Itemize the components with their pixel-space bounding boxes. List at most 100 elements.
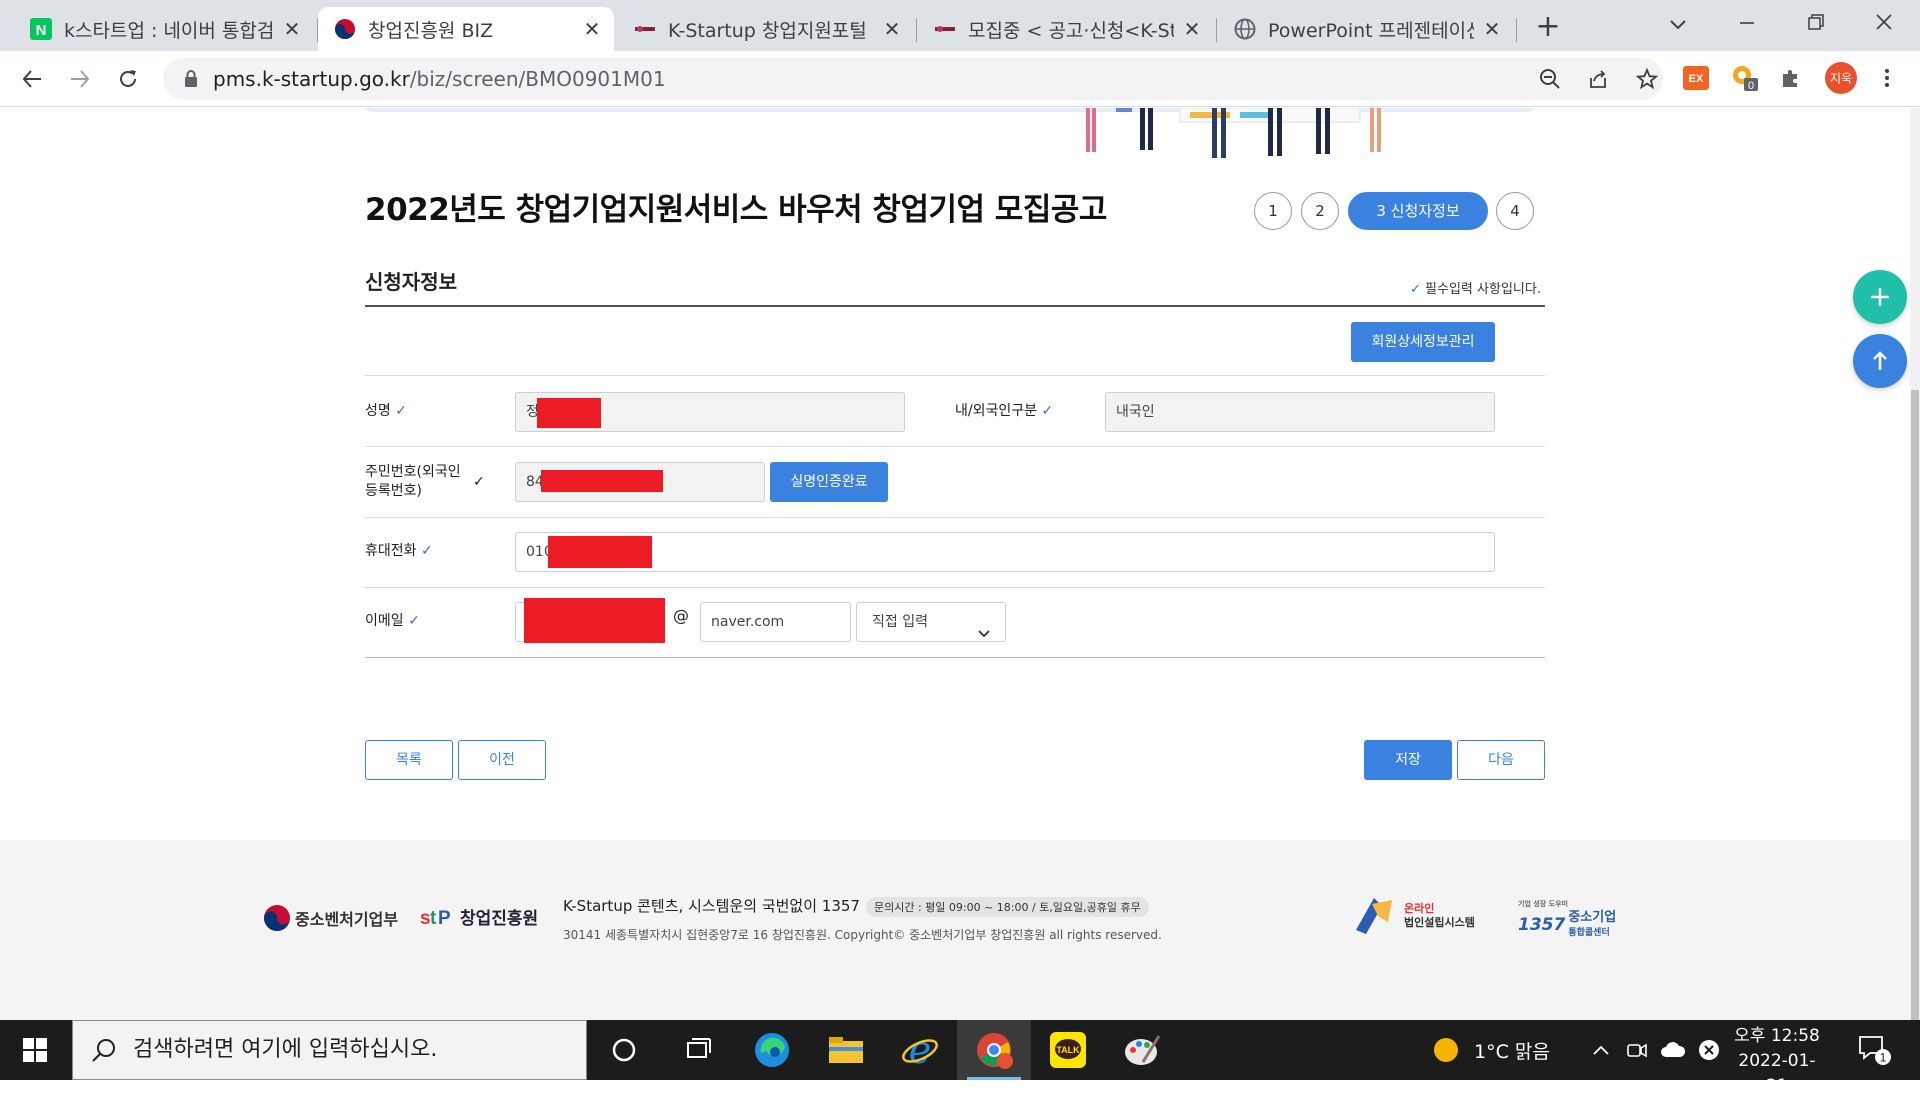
required-note: ✓ 필수입력 사항입니다.: [1410, 278, 1541, 297]
people-illustration: [1086, 108, 1381, 158]
corp-registration-logo[interactable]: 온라인 법인설립시스템: [1352, 894, 1475, 938]
windows-start-button[interactable]: [0, 1020, 70, 1080]
chrome-icon[interactable]: [957, 1020, 1031, 1080]
step-indicator: 1: [1254, 192, 1292, 230]
phone-field[interactable]: 010: [515, 532, 1495, 572]
notification-center-icon[interactable]: 1: [1856, 1032, 1892, 1068]
taskbar-clock[interactable]: 오후 12:58 2022-01-21: [1728, 1024, 1826, 1099]
kstartup-icon: [934, 18, 956, 40]
nationality-field[interactable]: 내국인: [1105, 392, 1495, 432]
url-text[interactable]: pms.k-startup.go.kr/biz/screen/BMO0901M0…: [213, 58, 666, 100]
tab-title: K-Startup 창업지원포털: [668, 19, 867, 42]
windows-taskbar: 검색하려면 여기에 입력하십시오. e TALK 1°C 맑음 오후 12:58: [0, 1020, 1920, 1096]
plus-icon: [1871, 288, 1889, 306]
sme-callcenter-logo[interactable]: 기업 성장 도우미 1357 중소기업 통합콜센터: [1518, 898, 1616, 940]
row-divider: [365, 517, 1545, 518]
address-bar[interactable]: pms.k-startup.go.kr/biz/screen/BMO0901M0…: [163, 58, 1663, 100]
reload-icon[interactable]: [110, 61, 146, 97]
check-icon: ✓: [408, 613, 420, 629]
footer-address: 30141 세종특별자치시 집현중앙7로 16 창업진흥원. Copyright…: [563, 928, 1162, 942]
scroll-to-top-button[interactable]: [1853, 334, 1907, 388]
floating-add-button[interactable]: [1853, 270, 1907, 324]
task-view-icon[interactable]: [661, 1020, 735, 1080]
close-tab-icon[interactable]: ✕: [1482, 17, 1502, 41]
ex-extension-icon[interactable]: EX: [1682, 64, 1710, 92]
korea-emblem-icon: [264, 905, 290, 931]
profile-avatar[interactable]: 지욱: [1825, 62, 1857, 94]
ministry-logo: 중소벤처기업부: [263, 904, 398, 932]
minimize-icon[interactable]: [1727, 6, 1767, 42]
section-title: 신청자정보: [365, 270, 457, 294]
browser-tab[interactable]: 모집중 < 공고·신청<K-St ✕: [918, 7, 1214, 51]
sun-icon: [1434, 1038, 1458, 1062]
internet-explorer-icon[interactable]: e: [883, 1020, 957, 1080]
svg-text:N: N: [36, 22, 47, 39]
paint-icon[interactable]: [1105, 1020, 1179, 1080]
check-icon: ✓: [395, 403, 407, 419]
email-domain-select[interactable]: 직접 입력: [856, 602, 1006, 642]
close-tab-icon[interactable]: ✕: [582, 17, 602, 41]
corp-line-1: 온라인: [1404, 902, 1435, 915]
extension-badge: 0: [1748, 80, 1754, 92]
kised-logo: stP 창업진흥원: [420, 904, 538, 930]
notification-extension-icon[interactable]: 0: [1730, 64, 1758, 92]
close-tab-icon[interactable]: ✕: [282, 17, 302, 41]
back-icon[interactable]: [14, 61, 50, 97]
svg-text:s: s: [420, 908, 431, 929]
tab-separator: [916, 18, 917, 42]
arrow-up-icon: [1873, 351, 1887, 370]
edge-icon[interactable]: [735, 1020, 809, 1080]
browser-tab[interactable]: K-Startup 창업지원포털 ✕: [618, 7, 914, 51]
browser-tab[interactable]: PowerPoint 프레젠테이션 ✕: [1218, 7, 1514, 51]
close-tab-icon[interactable]: ✕: [882, 17, 902, 41]
weather-widget[interactable]: 1°C 맑음: [1432, 1020, 1550, 1080]
sync-error-icon[interactable]: [1696, 1038, 1722, 1062]
extensions-puzzle-icon[interactable]: [1777, 64, 1805, 92]
real-name-auth-button[interactable]: 실명인증완료: [770, 462, 888, 502]
url-path: /biz/screen/BMO0901M01: [409, 67, 666, 91]
tab-search-chevron-icon[interactable]: [1658, 6, 1698, 42]
email-domain-field[interactable]: naver.com: [700, 602, 851, 642]
meet-now-icon[interactable]: [1624, 1038, 1650, 1062]
browser-tab-strip: N k스타트업 : 네이버 통합검 ✕ 창업진흥원 BIZ ✕ K-Startu…: [0, 0, 1920, 51]
browser-tab[interactable]: N k스타트업 : 네이버 통합검 ✕: [14, 7, 314, 51]
chevron-up-icon[interactable]: [1588, 1038, 1614, 1062]
resident-number-label: 주민번호(외국인 등록번호): [365, 464, 461, 499]
save-button[interactable]: 저장: [1364, 740, 1452, 780]
clock-time: 오후 12:58: [1734, 1026, 1820, 1046]
close-window-icon[interactable]: [1864, 6, 1904, 42]
clock-date: 2022-01-21: [1738, 1051, 1816, 1096]
browser-tab-active[interactable]: 창업진흥원 BIZ ✕: [318, 7, 614, 51]
previous-button[interactable]: 이전: [458, 740, 546, 780]
list-button[interactable]: 목록: [365, 740, 453, 780]
bookmark-star-icon[interactable]: [1633, 65, 1661, 93]
taskbar-search-box[interactable]: 검색하려면 여기에 입력하십시오.: [72, 1020, 587, 1080]
at-sign: @: [673, 606, 689, 625]
redaction-block: [524, 598, 665, 643]
globe-icon: [1234, 18, 1256, 40]
forward-icon[interactable]: [62, 61, 98, 97]
new-tab-button[interactable]: +: [1530, 10, 1566, 46]
tab-title: 모집중 < 공고·신청<K-St: [968, 19, 1174, 42]
file-explorer-icon[interactable]: [809, 1020, 883, 1080]
share-icon[interactable]: [1584, 65, 1612, 93]
kakaotalk-icon[interactable]: TALK: [1031, 1020, 1105, 1080]
web-page: 2022년도 창업기업지원서비스 바우처 창업기업 모집공고 1 2 3 신청자…: [0, 108, 1910, 1020]
scrollbar-thumb[interactable]: [1911, 390, 1919, 1020]
lock-icon[interactable]: [177, 65, 205, 93]
next-button[interactable]: 다음: [1457, 740, 1545, 780]
member-detail-button[interactable]: 회원상세정보관리: [1351, 322, 1495, 362]
close-tab-icon[interactable]: ✕: [1182, 17, 1202, 41]
ministry-name: 중소벤처기업부: [295, 910, 399, 929]
tab-title: PowerPoint 프레젠테이션: [1268, 19, 1474, 42]
restore-icon[interactable]: [1796, 6, 1836, 42]
name-label: 성명 ✓: [365, 402, 407, 421]
zoom-out-icon[interactable]: [1536, 65, 1564, 93]
profile-label: 지욱: [1830, 72, 1852, 86]
cortana-icon[interactable]: [587, 1020, 661, 1080]
svg-text:e: e: [909, 1031, 932, 1069]
phone-label: 휴대전화 ✓: [365, 542, 433, 561]
onedrive-cloud-icon[interactable]: [1660, 1038, 1686, 1062]
notification-count: 1: [1880, 1051, 1887, 1065]
browser-menu-icon[interactable]: [1873, 64, 1901, 92]
